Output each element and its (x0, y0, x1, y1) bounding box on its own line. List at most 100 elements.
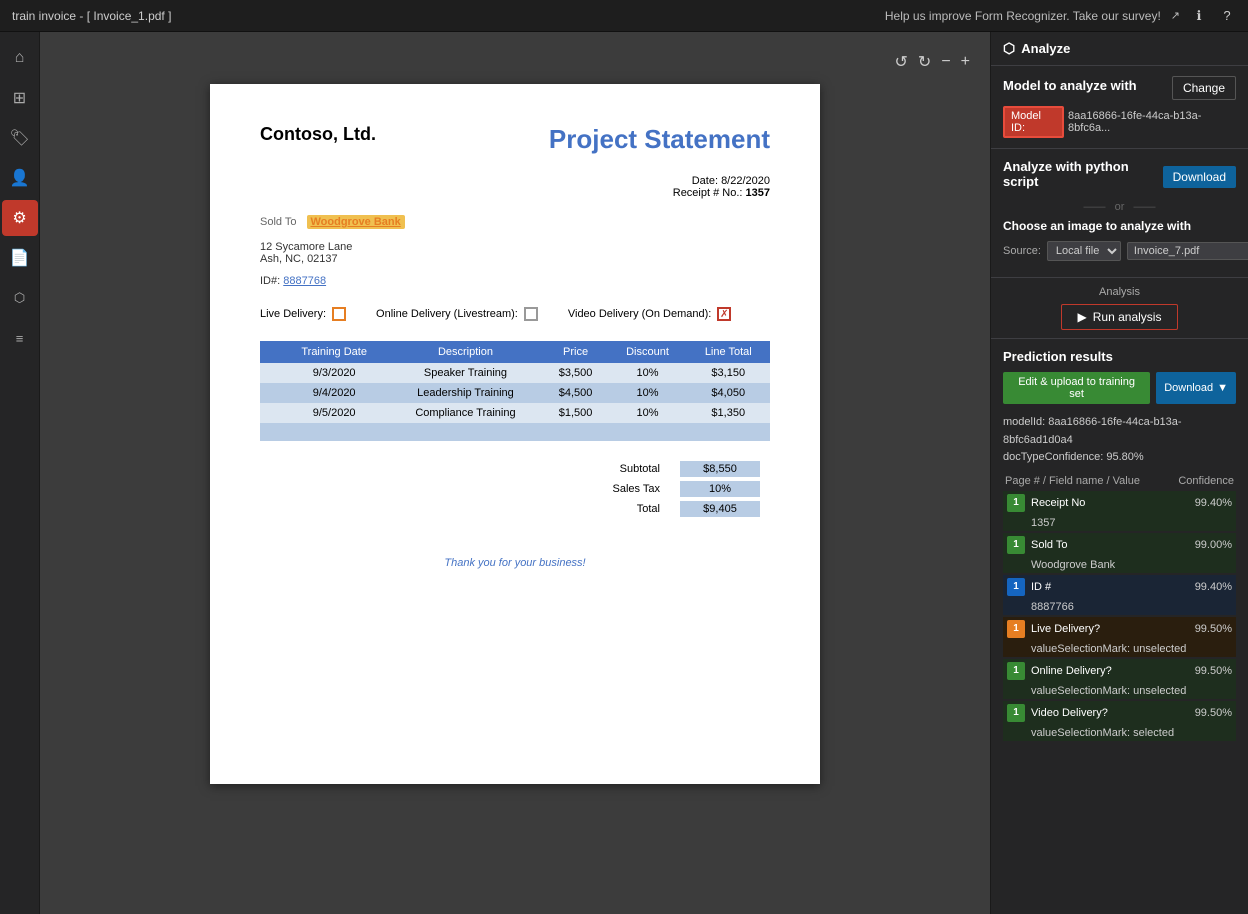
change-button[interactable]: Change (1172, 76, 1236, 100)
id-label: ID#: (260, 275, 280, 287)
download-label: Download (1164, 382, 1213, 394)
filename-input[interactable] (1127, 242, 1248, 260)
topbar: train invoice - [ Invoice_1.pdf ] Help u… (0, 0, 1248, 32)
video-delivery-item: Video Delivery (On Demand): ✗ (568, 307, 731, 321)
model-header: Model to analyze with Change (1003, 76, 1236, 100)
col-confidence-header: Confidence (1178, 475, 1234, 487)
result-item: 1 Live Delivery? 99.50% valueSelectionMa… (1003, 617, 1236, 657)
field-name: Online Delivery? (1031, 665, 1195, 677)
or-divider: —— or —— (1003, 201, 1236, 213)
dropdown-chevron-icon: ▼ (1217, 382, 1228, 394)
prediction-section: Prediction results Edit & upload to trai… (991, 339, 1248, 753)
price-1: $3,500 (543, 363, 609, 383)
upload-training-button[interactable]: Edit & upload to training set (1003, 372, 1150, 404)
table-row-empty (260, 423, 770, 441)
col-page-header: Page # / Field name / Value (1005, 475, 1140, 487)
col-training-date: Training Date (280, 341, 388, 363)
topbar-right: Help us improve Form Recognizer. Take ou… (885, 7, 1236, 25)
result-row: 1 Receipt No 99.40% (1003, 491, 1236, 515)
tax-label: Sales Tax (600, 483, 660, 495)
live-delivery-checkbox (332, 307, 346, 321)
pred-download-button[interactable]: Download ▼ (1156, 372, 1236, 404)
download-script-button[interactable]: Download (1163, 166, 1236, 188)
results-container: 1 Receipt No 99.40% 1357 1 Sold To 99.00… (1003, 491, 1236, 741)
thank-you-text: Thank you for your business! (260, 557, 770, 569)
online-delivery-item: Online Delivery (Livestream): (376, 307, 538, 321)
discount-2: 10% (609, 383, 687, 403)
doc-viewer[interactable]: ↺ ↻ − + Contoso, Ltd. Project Statement … (40, 32, 990, 914)
run-analysis-button[interactable]: ▶ Run analysis (1061, 304, 1179, 330)
price-3: $1,500 (543, 403, 609, 423)
training-date-1: 9/3/2020 (280, 363, 388, 383)
model-section: Model to analyze with Change Model ID: 8… (991, 66, 1248, 149)
help-icon[interactable]: ? (1218, 7, 1236, 25)
sidebar-icon-person[interactable]: 👤 (2, 160, 38, 196)
sidebar-icon-table[interactable]: ≡ (2, 320, 38, 356)
field-name: Sold To (1031, 539, 1195, 551)
sold-to-section: Sold To Woodgrove Bank 12 Sycamore Lane … (260, 215, 770, 287)
field-value: 1357 (1003, 515, 1236, 531)
zoom-out-btn[interactable]: − (941, 53, 950, 71)
sidebar-icon-home[interactable]: ⌂ (2, 40, 38, 76)
col-headers: Page # / Field name / Value Confidence (1003, 475, 1236, 487)
subtotal-value: $8,550 (680, 461, 760, 477)
sidebar-icon-tag[interactable]: 🏷 (2, 120, 38, 156)
confidence-value: 99.00% (1195, 539, 1232, 551)
receipt-label: Receipt # No.: (673, 187, 743, 199)
video-delivery-checkbox: ✗ (717, 307, 731, 321)
result-item: 1 ID # 99.40% 8887766 (1003, 575, 1236, 615)
receipt-value: 1357 (746, 187, 770, 199)
col-line-total: Line Total (687, 341, 770, 363)
info-icon[interactable]: ℹ (1190, 7, 1208, 25)
col-icon (260, 341, 280, 363)
zoom-in-btn[interactable]: + (961, 53, 970, 71)
external-link-icon: ↗ (1171, 9, 1180, 22)
row-icon (260, 403, 280, 423)
sidebar-icon-layout[interactable]: ⊞ (2, 80, 38, 116)
panel-header-title: Analyze (1021, 41, 1070, 56)
source-select[interactable]: Local file (1047, 241, 1121, 261)
sidebar-icon-file[interactable]: 📄 (2, 240, 38, 276)
company-name: Contoso, Ltd. (260, 124, 376, 145)
result-row: 1 Online Delivery? 99.50% (1003, 659, 1236, 683)
rotate-btn[interactable]: ↻ (918, 52, 931, 72)
python-title: Analyze with python script (1003, 159, 1163, 189)
main-layout: ⌂ ⊞ 🏷 👤 ⚙ 📄 ⬡ ≡ ↺ ↻ − + Contoso, Ltd. Pr… (0, 32, 1248, 914)
sold-to-value: Woodgrove Bank (307, 215, 405, 229)
field-name: Live Delivery? (1031, 623, 1195, 635)
sidebar: ⌂ ⊞ 🏷 👤 ⚙ 📄 ⬡ ≡ (0, 32, 40, 914)
training-date-3: 9/5/2020 (280, 403, 388, 423)
panel-header: ⬡ Analyze (991, 32, 1248, 66)
page-badge: 1 (1007, 536, 1025, 554)
field-value: valueSelectionMark: selected (1003, 725, 1236, 741)
page-badge: 1 (1007, 662, 1025, 680)
confidence-value: 99.40% (1195, 581, 1232, 593)
page-badge: 1 (1007, 578, 1025, 596)
col-discount: Discount (609, 341, 687, 363)
subtotal-label: Subtotal (600, 463, 660, 475)
page-badge: 1 (1007, 620, 1025, 638)
invoice-header: Contoso, Ltd. Project Statement (260, 124, 770, 155)
image-title: Choose an image to analyze with (1003, 219, 1236, 233)
project-statement-title: Project Statement (549, 124, 770, 155)
sidebar-icon-settings[interactable]: ⚙ (2, 200, 38, 236)
confidence-value: 99.50% (1195, 665, 1232, 677)
live-delivery-item: Live Delivery: (260, 307, 346, 321)
field-value: 8887766 (1003, 599, 1236, 615)
model-id-value: 8aa16866-16fe-44ca-b13a-8bfc6a... (1068, 110, 1236, 134)
table-row: 9/4/2020 Leadership Training $4,500 10% … (260, 383, 770, 403)
tax-value: 10% (680, 481, 760, 497)
result-item: 1 Receipt No 99.40% 1357 (1003, 491, 1236, 531)
online-delivery-label: Online Delivery (Livestream): (376, 308, 518, 320)
confidence-value: 99.40% (1195, 497, 1232, 509)
sidebar-icon-connection[interactable]: ⬡ (2, 280, 38, 316)
total-row: Total $9,405 (600, 501, 760, 517)
confidence-value: 99.50% (1195, 623, 1232, 635)
result-row: 1 Video Delivery? 99.50% (1003, 701, 1236, 725)
description-2: Leadership Training (388, 383, 542, 403)
price-2: $4,500 (543, 383, 609, 403)
doc-confidence: docTypeConfidence: 95.80% (1003, 449, 1236, 467)
refresh-btn[interactable]: ↺ (895, 52, 908, 72)
tax-row: Sales Tax 10% (600, 481, 760, 497)
result-item: 1 Sold To 99.00% Woodgrove Bank (1003, 533, 1236, 573)
